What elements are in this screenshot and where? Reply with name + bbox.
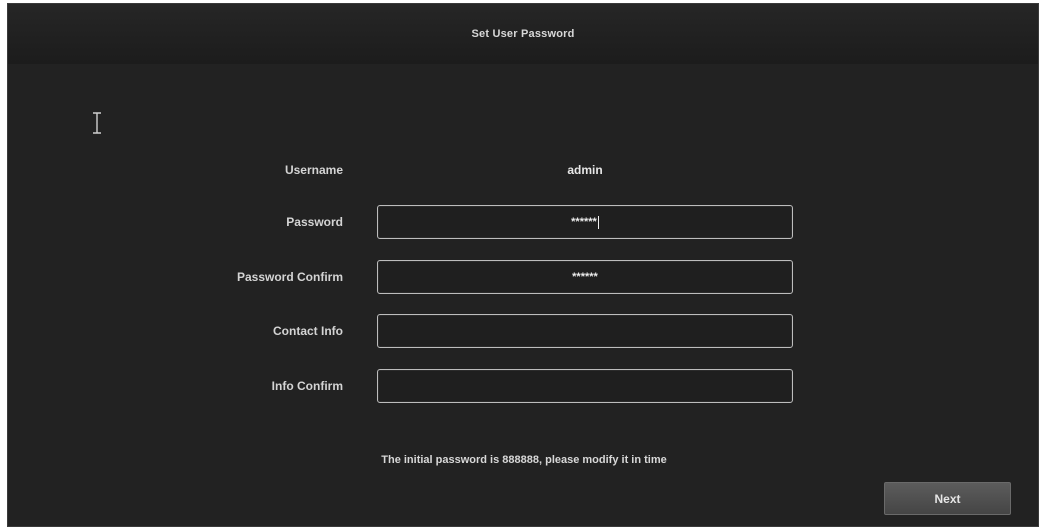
password-confirm-label: Password Confirm — [236, 270, 343, 284]
contact-info-input[interactable] — [377, 314, 793, 348]
info-confirm-row: Info Confirm — [8, 369, 1038, 403]
window-title: Set User Password — [471, 28, 575, 40]
password-input[interactable]: ****** — [377, 205, 793, 239]
password-confirm-input-value: ****** — [572, 271, 598, 283]
info-confirm-input[interactable] — [377, 369, 793, 403]
username-value: admin — [567, 163, 603, 177]
username-row: Username admin — [8, 153, 1038, 187]
contact-info-row: Contact Info — [8, 314, 1038, 348]
title-bar: Set User Password — [8, 4, 1038, 64]
password-row: Password ****** — [8, 205, 1038, 239]
set-password-window: Set User Password Username admin Passwor… — [7, 3, 1039, 527]
password-confirm-row: Password Confirm ****** — [8, 260, 1038, 294]
next-button[interactable]: Next — [884, 482, 1011, 515]
contact-info-label: Contact Info — [273, 324, 343, 338]
text-caret — [597, 215, 599, 229]
info-confirm-label: Info Confirm — [271, 379, 343, 393]
text-cursor-icon — [93, 112, 101, 134]
password-confirm-input[interactable]: ****** — [377, 260, 793, 294]
initial-password-hint: The initial password is 888888, please m… — [381, 454, 667, 466]
password-input-value: ****** — [571, 216, 597, 228]
username-label: Username — [284, 163, 343, 177]
password-label: Password — [286, 215, 343, 229]
